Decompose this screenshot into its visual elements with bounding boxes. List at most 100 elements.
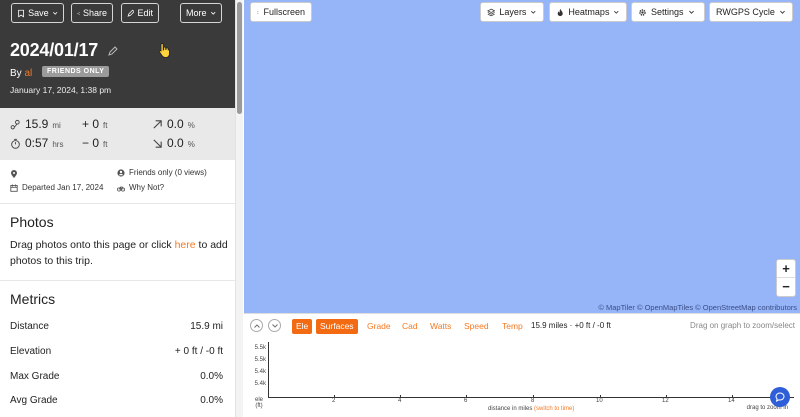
- arrow-up-right-icon: [153, 119, 162, 129]
- photos-text-before: Drag photos onto this page or click: [10, 239, 175, 251]
- calendar-icon: [10, 184, 18, 192]
- metric-label: Avg Grade: [10, 395, 58, 406]
- bookmark-icon: [18, 9, 24, 18]
- trip-stats: 15.9 mi + 0 ft 0.0 % 0:57 hrs − 0 ft 0.0…: [0, 108, 235, 160]
- hand-cursor-icon: [158, 43, 170, 58]
- layers-icon: [487, 8, 496, 16]
- trip-header: Save Share Edit More 2024/01/17 By al FR…: [0, 0, 235, 108]
- tab-watts[interactable]: Watts: [430, 319, 451, 334]
- zoom-out-button[interactable]: −: [777, 278, 795, 296]
- users-icon: [117, 168, 125, 177]
- edit-label: Edit: [137, 8, 153, 18]
- departed-item: Departed Jan 17, 2024: [10, 183, 103, 192]
- settings-button[interactable]: Settings: [631, 2, 705, 22]
- chevron-down-icon: [531, 10, 536, 14]
- map-pin-icon: [11, 170, 17, 178]
- activity-text: Why Not?: [129, 183, 165, 192]
- map-attribution[interactable]: © MapTiler © OpenMapTiles © OpenStreetMa…: [598, 303, 797, 312]
- tab-speed[interactable]: Speed: [464, 319, 489, 334]
- tab-surfaces[interactable]: Surfaces: [316, 319, 358, 334]
- share-icon: [77, 11, 80, 15]
- metric-label: Distance: [10, 321, 49, 332]
- switch-to-time-link[interactable]: (switch to time): [534, 406, 574, 412]
- zoom-control: + −: [776, 259, 796, 297]
- owner-link[interactable]: al: [24, 68, 32, 79]
- graph-summary: 15.9 miles · +0 ft / -0 ft: [531, 321, 611, 330]
- flame-icon: [557, 8, 563, 16]
- elevation-panel: Ele Surfaces Grade Cad Watts Speed Temp …: [244, 313, 800, 417]
- tab-temp[interactable]: Temp: [502, 319, 523, 334]
- zoom-in-button[interactable]: +: [777, 260, 795, 278]
- graph-hint: Drag on graph to zoom/select: [690, 321, 795, 330]
- grade-up-value: 0.0: [167, 117, 184, 131]
- basemap-label: RWGPS Cycle: [716, 7, 775, 17]
- more-label: More: [186, 8, 207, 18]
- chevron-down-icon: [210, 11, 216, 15]
- metric-label: Elevation: [10, 346, 52, 357]
- duration-unit: hrs: [52, 140, 64, 149]
- chat-button[interactable]: [770, 387, 790, 407]
- y-tick-label: 5.4k: [254, 381, 266, 387]
- x-axis-label: distance in miles (switch to time): [488, 406, 574, 412]
- more-button[interactable]: More: [180, 3, 222, 23]
- privacy-item[interactable]: Friends only (0 views): [117, 168, 207, 177]
- elevation-gain-unit: ft: [103, 121, 108, 130]
- departed-text: Departed Jan 17, 2024: [22, 183, 104, 192]
- trip-owner: By al: [10, 68, 32, 79]
- duration-value: 0:57: [25, 136, 49, 150]
- fullscreen-button[interactable]: Fullscreen: [250, 2, 312, 22]
- basemap-select[interactable]: RWGPS Cycle: [709, 2, 793, 22]
- section-divider: [0, 280, 235, 281]
- y-axis-unit: (ft): [255, 403, 263, 409]
- photos-heading: Photos: [10, 214, 54, 230]
- arrow-down-right-icon: [153, 138, 162, 148]
- metric-row: Elevation + 0 ft / -0 ft: [10, 346, 223, 362]
- settings-label: Settings: [651, 7, 684, 17]
- elevation-gain-value: + 0: [82, 117, 100, 131]
- tab-grade[interactable]: Grade: [367, 319, 391, 334]
- chevron-up-icon: [254, 324, 260, 328]
- y-tick-label: 5.5k: [254, 345, 266, 351]
- fullscreen-label: Fullscreen: [263, 7, 305, 17]
- metric-value: 15.9 mi: [190, 321, 223, 332]
- stat-duration: 0:57 hrs: [10, 136, 63, 150]
- x-tick-label: 2: [332, 398, 336, 404]
- save-button[interactable]: Save: [11, 3, 64, 23]
- expand-graph-button[interactable]: [268, 319, 281, 332]
- layers-label: Layers: [499, 7, 527, 17]
- pencil-icon: [127, 9, 135, 17]
- x-tick-label: 10: [596, 398, 603, 404]
- gear-icon: [639, 8, 646, 16]
- expand-icon: [257, 10, 260, 14]
- chevron-down-icon: [614, 10, 619, 14]
- heatmaps-label: Heatmaps: [568, 7, 610, 17]
- privacy-text: Friends only (0 views): [129, 168, 207, 177]
- sidebar-scrollbar[interactable]: [235, 0, 243, 417]
- scrollbar-thumb[interactable]: [237, 2, 242, 114]
- elevation-loss-unit: ft: [103, 140, 108, 149]
- x-tick-label: 6: [464, 398, 468, 404]
- save-label: Save: [28, 8, 49, 18]
- trip-title[interactable]: 2024/01/17: [10, 40, 98, 61]
- bicycle-icon: [117, 186, 125, 191]
- add-photos-link[interactable]: here: [175, 239, 196, 251]
- tab-cad[interactable]: Cad: [402, 319, 418, 334]
- elevation-plot-area[interactable]: [268, 342, 794, 398]
- edit-button[interactable]: Edit: [121, 3, 159, 23]
- heatmaps-button[interactable]: Heatmaps: [549, 2, 627, 22]
- share-label: Share: [82, 8, 107, 18]
- stopwatch-icon: [11, 138, 20, 149]
- metric-value: + 0 ft / -0 ft: [174, 346, 223, 357]
- x-tick-label: 12: [662, 398, 669, 404]
- x-axis-name: distance in miles: [488, 406, 533, 412]
- tab-ele[interactable]: Ele: [292, 319, 313, 334]
- x-tick-label: 14: [728, 398, 735, 404]
- collapse-graph-button[interactable]: [250, 319, 263, 332]
- map-view[interactable]: Fullscreen Layers Heatmaps Settings RWGP…: [244, 0, 800, 313]
- edit-title-icon[interactable]: [108, 46, 118, 56]
- x-tick-label: 4: [398, 398, 402, 404]
- y-tick-label: 5.4k: [254, 369, 266, 375]
- share-button[interactable]: Share: [71, 3, 113, 23]
- y-axis-label: ele (ft): [255, 397, 263, 409]
- layers-button[interactable]: Layers: [480, 2, 544, 22]
